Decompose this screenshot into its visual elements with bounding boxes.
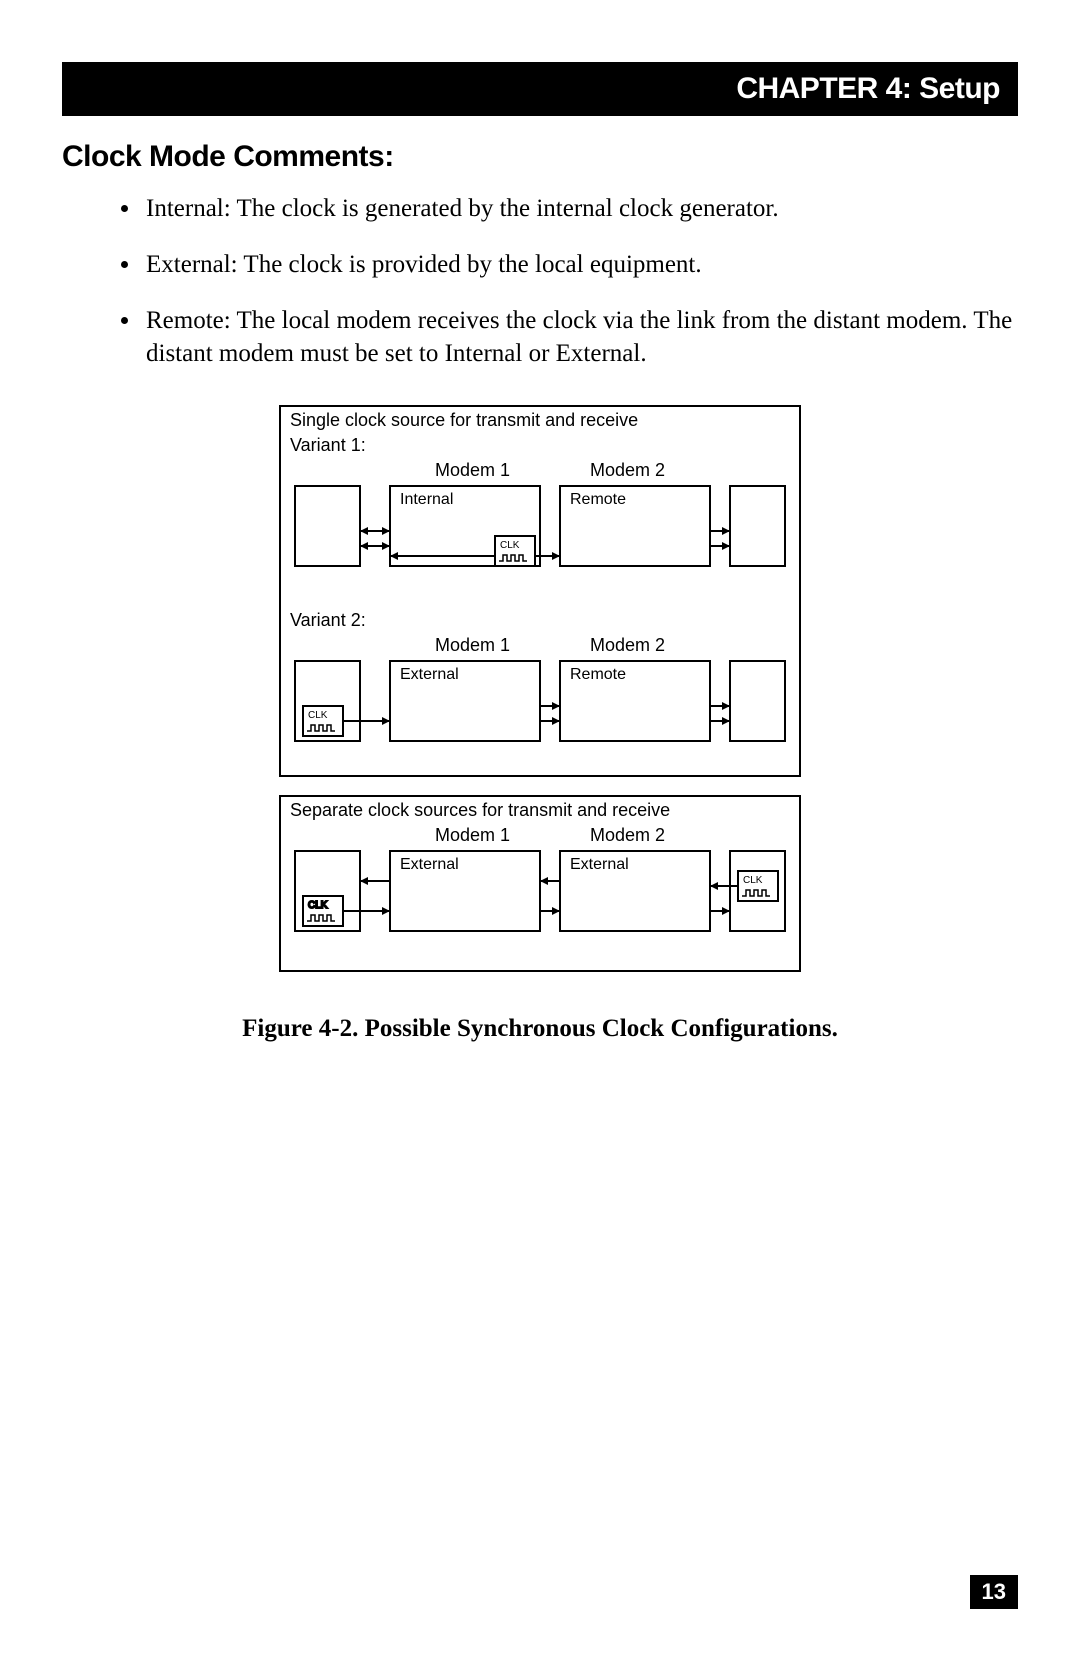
v1-modem2-label: Modem 2 bbox=[590, 460, 665, 480]
v2-modem1-label: Modem 1 bbox=[435, 635, 510, 655]
v1-modem2-mode: Remote bbox=[570, 491, 626, 508]
clock-diagram: Single clock source for transmit and rec… bbox=[260, 401, 820, 981]
clk-label: CLK bbox=[308, 900, 328, 911]
figure: Single clock source for transmit and rec… bbox=[62, 401, 1018, 981]
chapter-title: CHAPTER 4: Setup bbox=[736, 72, 1000, 106]
sep-modem1-label: Modem 1 bbox=[435, 825, 510, 845]
clock-icon: CLK bbox=[738, 871, 778, 901]
clock-icon: CLK bbox=[303, 706, 343, 736]
clk-label: CLK bbox=[308, 710, 328, 721]
page-number: 13 bbox=[970, 1575, 1018, 1609]
clock-icon: CLK bbox=[495, 536, 535, 566]
v2-modem1-mode: External bbox=[400, 666, 459, 683]
bullet-item: Remote: The local modem receives the clo… bbox=[142, 304, 1018, 372]
v2-modem2-label: Modem 2 bbox=[590, 635, 665, 655]
figure-caption: Figure 4-2. Possible Synchronous Clock C… bbox=[62, 1015, 1018, 1043]
v1-modem1-label: Modem 1 bbox=[435, 460, 510, 480]
bullet-item: Internal: The clock is generated by the … bbox=[142, 192, 1018, 226]
sep-modem1-mode: External bbox=[400, 856, 459, 873]
sep-modem2-label: Modem 2 bbox=[590, 825, 665, 845]
bullet-item: External: The clock is provided by the l… bbox=[142, 248, 1018, 282]
document-page: CHAPTER 4: Setup Clock Mode Comments: In… bbox=[0, 0, 1080, 1669]
chapter-header: CHAPTER 4: Setup bbox=[62, 62, 1018, 116]
variant1-label: Variant 1: bbox=[290, 435, 366, 455]
clock-icon: CLK bbox=[303, 896, 343, 926]
box1-title: Single clock source for transmit and rec… bbox=[290, 410, 638, 430]
box2-title: Separate clock sources for transmit and … bbox=[290, 800, 670, 820]
v1-modem1-mode: Internal bbox=[400, 491, 453, 508]
clk-label: CLK bbox=[500, 540, 520, 551]
section-title: Clock Mode Comments: bbox=[62, 140, 1018, 174]
sep-modem2-mode: External bbox=[570, 856, 629, 873]
v2-modem2-mode: Remote bbox=[570, 666, 626, 683]
variant2-label: Variant 2: bbox=[290, 610, 366, 630]
clk-label: CLK bbox=[743, 875, 763, 886]
bullet-list: Internal: The clock is generated by the … bbox=[102, 192, 1018, 371]
